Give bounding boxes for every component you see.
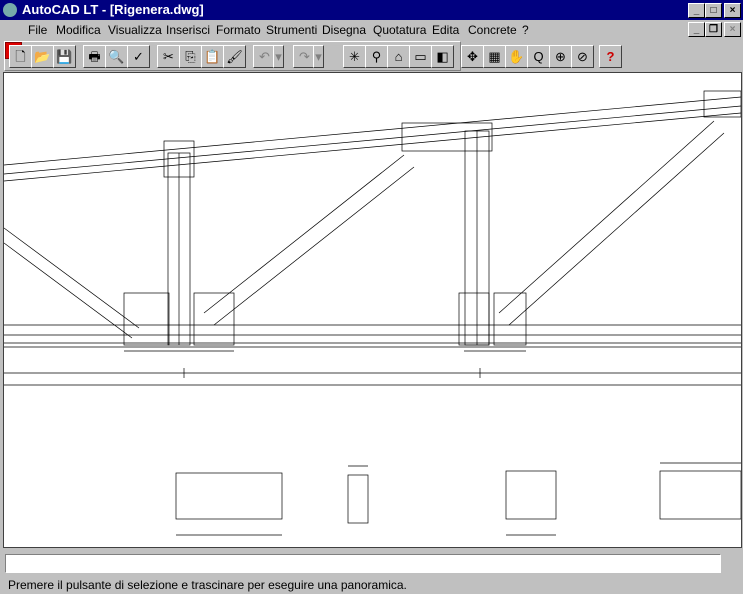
zoom-realtime-button[interactable]: Q: [527, 45, 550, 68]
truss-drawing: [3, 90, 742, 536]
menu-formato[interactable]: Formato: [216, 23, 261, 37]
diagonals: [3, 120, 725, 346]
menu-help[interactable]: ?: [522, 23, 529, 37]
doc-restore-button[interactable]: ❐: [705, 22, 722, 37]
verticals: [163, 90, 742, 346]
paste-button[interactable]: 📋: [201, 45, 224, 68]
status-bar-text: Premere il pulsante di selezione e trasc…: [8, 578, 407, 592]
tracking-button[interactable]: ⚲: [365, 45, 388, 68]
save-button[interactable]: 💾: [53, 45, 76, 68]
menu-visualizza[interactable]: Visualizza: [108, 23, 162, 37]
snap-button[interactable]: ✳: [343, 45, 366, 68]
doc-close-button[interactable]: ×: [724, 22, 741, 37]
undo-dropdown-button[interactable]: ▾: [273, 45, 284, 68]
dimension-button[interactable]: ▭: [409, 45, 432, 68]
menu-concrete[interactable]: Concrete: [468, 23, 517, 37]
menu-edita[interactable]: Edita: [432, 23, 459, 37]
top-chord: [3, 96, 742, 182]
close-button[interactable]: ×: [724, 3, 741, 18]
menu-bar: File Modifica Visualizza Inserisci Forma…: [0, 20, 743, 59]
new-button[interactable]: 🗋: [9, 45, 32, 68]
menu-strumenti[interactable]: Strumenti: [266, 23, 317, 37]
copy-button[interactable]: ⎘: [179, 45, 202, 68]
block-button[interactable]: ⌂: [387, 45, 410, 68]
menu-inserisci[interactable]: Inserisci: [166, 23, 210, 37]
print-button[interactable]: 🖶: [83, 45, 106, 68]
layer-button[interactable]: ◧: [431, 45, 454, 68]
spellcheck-button[interactable]: ✓: [127, 45, 150, 68]
drawing-canvas[interactable]: [3, 72, 742, 548]
pan-realtime-button[interactable]: ✥: [461, 45, 484, 68]
match-properties-button[interactable]: 🖌: [223, 45, 246, 68]
minimize-button[interactable]: _: [688, 3, 705, 18]
command-line-input[interactable]: [5, 554, 721, 573]
preview-button[interactable]: 🔍: [105, 45, 128, 68]
menu-file[interactable]: File: [28, 23, 47, 37]
menu-disegna[interactable]: Disegna: [322, 23, 366, 37]
open-button[interactable]: 📂: [31, 45, 54, 68]
menu-quotatura[interactable]: Quotatura: [373, 23, 426, 37]
redo-dropdown-button[interactable]: ▾: [313, 45, 324, 68]
title-bar: AutoCAD LT - [Rigenera.dwg] _ □ ×: [0, 0, 743, 20]
help-button[interactable]: ?: [599, 45, 622, 68]
dimension-lines: [4, 368, 741, 386]
standard-toolbar: 🗋 📂 💾 🖶 🔍 ✓ ✂ ⎘ 📋 🖌 ↶ ▾ ↷ ▾ ✳ ⚲ ⌂ ▭ ◧ ✥ ▦ ✋ Q ⊕ ⊘?: [4, 41, 622, 71]
window-title: AutoCAD LT - [Rigenera.dwg]: [22, 2, 204, 17]
zoom-window-button[interactable]: ⊕: [549, 45, 572, 68]
pan-button[interactable]: ✋: [505, 45, 528, 68]
zoom-previous-button[interactable]: ⊘: [571, 45, 594, 68]
aerial-view-button[interactable]: ▦: [483, 45, 506, 68]
bottom-chord: [4, 324, 741, 352]
cut-button[interactable]: ✂: [157, 45, 180, 68]
doc-minimize-button[interactable]: _: [688, 22, 705, 37]
menu-modifica[interactable]: Modifica: [56, 23, 101, 37]
autocad-app-icon[interactable]: [3, 3, 17, 17]
maximize-button[interactable]: □: [705, 3, 722, 18]
section-details: [175, 462, 742, 536]
